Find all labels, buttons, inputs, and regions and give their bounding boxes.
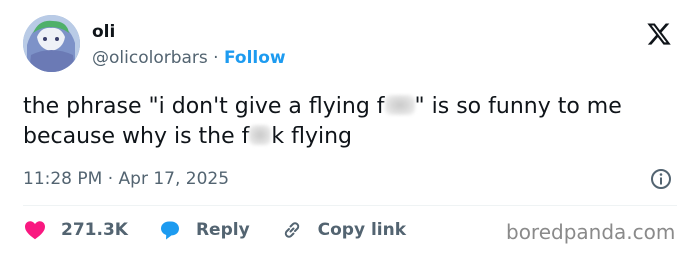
reply-bubble-icon (160, 221, 179, 240)
author-name[interactable]: oli (92, 22, 115, 42)
censor-blur (249, 125, 272, 145)
author-handle[interactable]: @olicolorbars (92, 48, 208, 68)
author-handle-row: @olicolorbars · Follow (92, 47, 286, 69)
separator-dot: · (213, 48, 219, 68)
tweet-text: the phrase "i don't give a flying f " is … (23, 92, 663, 152)
reply-label: Reply (195, 220, 250, 240)
avatar-illustration (23, 15, 80, 72)
follow-button[interactable]: Follow (224, 48, 286, 68)
action-bar: 271.3K Reply Copy link (23, 215, 436, 245)
like-button[interactable]: 271.3K (23, 218, 128, 242)
like-count: 271.3K (61, 220, 128, 240)
link-icon (284, 222, 299, 238)
watermark: boredpanda.com (506, 220, 676, 244)
divider (23, 205, 677, 206)
censor-blur (384, 95, 415, 115)
copy-link-button[interactable]: Copy link (280, 218, 406, 242)
heart-icon (25, 221, 45, 240)
tweet-text-part-3: k flying (271, 124, 353, 149)
info-icon[interactable] (649, 167, 673, 191)
tweet-timestamp[interactable]: 11:28 PM · Apr 17, 2025 (23, 168, 229, 190)
copy-link-label: Copy link (317, 220, 407, 240)
x-logo-icon[interactable] (645, 21, 673, 47)
avatar[interactable] (23, 15, 80, 72)
tweet-text-part-1: the phrase "i don't give a flying f (23, 94, 385, 119)
reply-button[interactable]: Reply (158, 218, 250, 242)
